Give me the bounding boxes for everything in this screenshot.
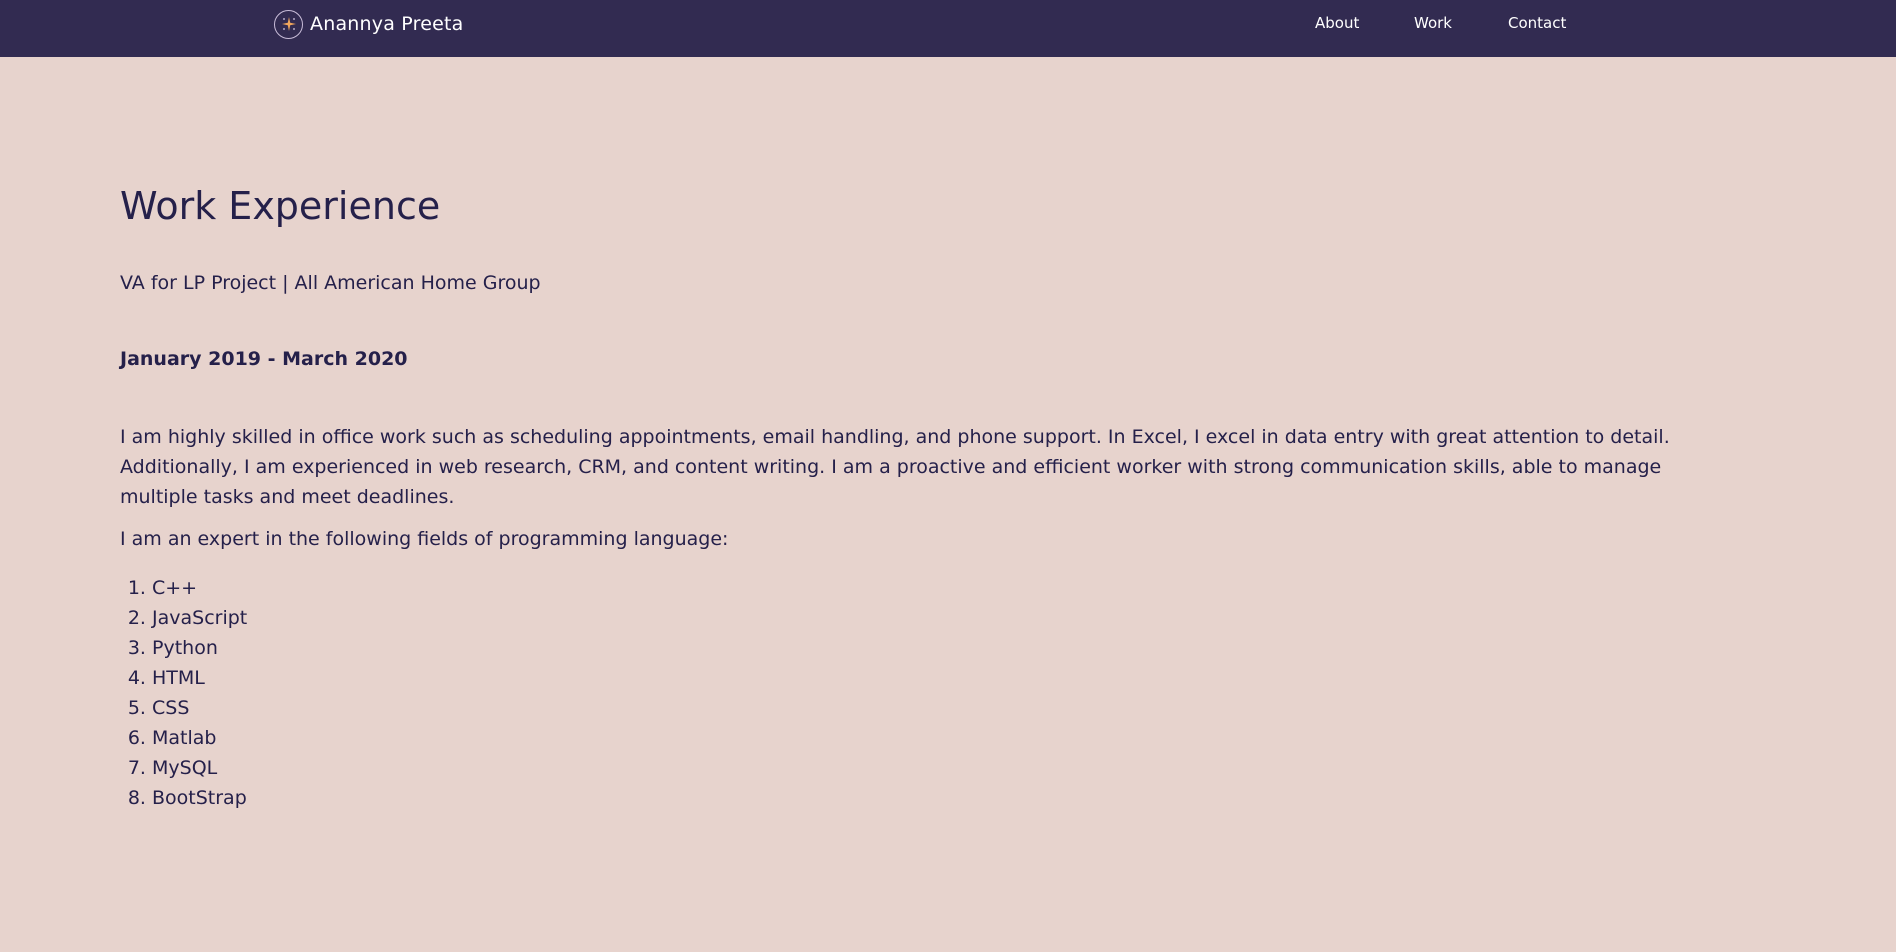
job-dates: January 2019 - March 2020 [120,348,408,370]
skills-list: C++ JavaScript Python HTML CSS Matlab My… [120,573,247,813]
job-role: VA for LP Project | All American Home Gr… [120,272,541,294]
skill-item: Matlab [152,723,247,753]
skill-item: JavaScript [152,603,247,633]
nav-about-link[interactable]: About [1315,14,1359,32]
skill-item: C++ [152,573,247,603]
skill-item: Python [152,633,247,663]
skill-item: BootStrap [152,783,247,813]
brand-logo-icon [274,9,303,39]
nav-contact-link[interactable]: Contact [1508,14,1566,32]
page-title: Work Experience [120,184,441,228]
skill-item: MySQL [152,753,247,783]
skill-item: HTML [152,663,247,693]
skill-item: CSS [152,693,247,723]
job-summary: I am highly skilled in office work such … [120,426,1670,508]
brand-home-link[interactable]: Anannya Preeta [274,9,463,39]
top-navbar: Anannya Preeta About Work Contact [0,0,1896,57]
skills-intro: I am an expert in the following fields o… [120,528,729,550]
brand-name: Anannya Preeta [310,13,464,35]
nav-work-link[interactable]: Work [1414,14,1452,32]
